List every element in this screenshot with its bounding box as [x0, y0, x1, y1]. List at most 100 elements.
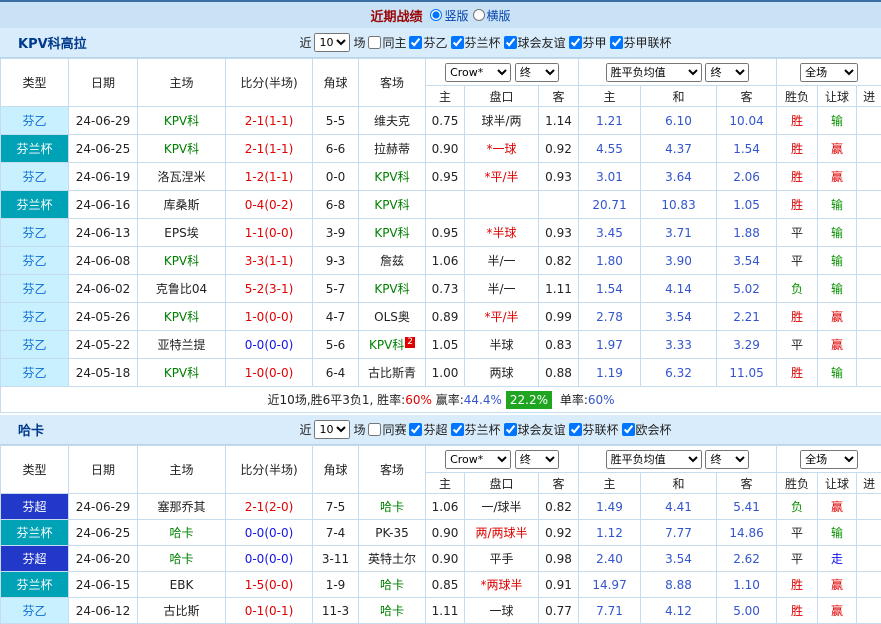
same-venue-checkbox[interactable]: 同主 — [368, 34, 406, 51]
horizontal-layout-radio[interactable]: 横版 — [473, 7, 511, 24]
league-type-cell: 芬乙 — [1, 247, 69, 275]
league-type-cell: 芬兰杯 — [1, 191, 69, 219]
vertical-layout-radio[interactable]: 竖版 — [430, 7, 468, 24]
league-filter-checkbox[interactable]: 芬甲 — [569, 34, 607, 51]
league-filter-checkbox-input[interactable] — [451, 36, 464, 49]
match-row: 芬乙24-06-12古比斯0-1(0-1)11-3哈卡1.11一球0.777.7… — [1, 598, 881, 624]
stats-segment: 赢率: — [432, 393, 464, 407]
home-team: 哈卡 — [138, 520, 226, 546]
handicap-away-odds: 0.82 — [539, 494, 579, 520]
league-filter-checkbox[interactable]: 芬联杯 — [569, 421, 619, 438]
league-filter-checkbox[interactable]: 芬超 — [409, 421, 447, 438]
home-team: KPV科 — [138, 135, 226, 163]
odds-stage-select[interactable]: 终 — [515, 450, 559, 469]
avg-draw-odds: 4.14 — [641, 275, 717, 303]
league-filter-checkbox-input[interactable] — [569, 36, 582, 49]
col-header-handicap-result: 让球 — [818, 473, 857, 494]
result-cell: 胜 — [777, 163, 818, 191]
handicap-away-odds: 0.88 — [539, 359, 579, 387]
match-score: 5-2(3-1) — [226, 275, 313, 303]
result-cell: 平 — [777, 546, 818, 572]
match-count-select[interactable]: 10 — [314, 33, 350, 52]
result-cell: 胜 — [777, 191, 818, 219]
bookmaker-select[interactable]: Crow* — [445, 63, 511, 82]
league-filter-checkbox[interactable]: 球会友谊 — [504, 34, 566, 51]
home-team: 塞那乔其 — [138, 494, 226, 520]
match-score: 1-0(0-0) — [226, 303, 313, 331]
avg-home-odds: 3.01 — [579, 163, 641, 191]
scope-select[interactable]: 全场 — [800, 63, 858, 82]
league-filter-checkbox-input[interactable] — [610, 36, 623, 49]
handicap-result-cell: 输 — [818, 247, 857, 275]
stats-segment: 44.4% — [464, 393, 502, 407]
stats-footer: 近10场,胜6平3负1, 胜率:60% 赢率:44.4%22.2% 单率:60% — [1, 387, 881, 413]
league-filter-checkbox-input[interactable] — [451, 423, 464, 436]
league-filter-checkbox-input[interactable] — [409, 36, 422, 49]
league-filter-checkbox[interactable]: 芬乙 — [409, 34, 447, 51]
away-team: 詹兹 — [359, 247, 426, 275]
goals-cell — [857, 359, 881, 387]
avg-draw-odds: 7.77 — [641, 520, 717, 546]
match-row: 芬乙24-06-08KPV科3-3(1-1)9-3詹兹1.06半/一0.821.… — [1, 247, 881, 275]
league-filter-checkbox[interactable]: 芬甲联杯 — [610, 34, 672, 51]
away-team: 英特土尔 — [359, 546, 426, 572]
vertical-radio-input[interactable] — [430, 9, 442, 21]
scope-select[interactable]: 全场 — [800, 450, 858, 469]
filter-controls: 近 10 场 同主 芬乙芬兰杯球会友谊芬甲芬甲联杯 — [209, 33, 671, 52]
team-section-haka: 哈卡 近 10 场 同赛 芬超芬兰杯球会友谊芬联杯欧会杯 类型 日期 主场 比分… — [0, 415, 881, 624]
handicap-away-odds: 1.14 — [539, 107, 579, 135]
league-filter-checkbox-input[interactable] — [409, 423, 422, 436]
league-filter-checkbox[interactable]: 芬兰杯 — [451, 34, 501, 51]
avg-odds-select[interactable]: 胜平负均值 — [606, 63, 702, 82]
avg-draw-odds: 6.10 — [641, 107, 717, 135]
bookmaker-select[interactable]: Crow* — [445, 450, 511, 469]
col-header-away: 客场 — [359, 446, 426, 494]
odds-stage-select[interactable]: 终 — [515, 63, 559, 82]
away-team: 拉赫蒂 — [359, 135, 426, 163]
match-date: 24-06-15 — [69, 572, 138, 598]
away-team: KPV科 — [359, 219, 426, 247]
avg-stage-select[interactable]: 终 — [705, 450, 749, 469]
result-cell: 平 — [777, 219, 818, 247]
match-row: 芬乙24-06-19洛瓦涅米1-2(1-1)0-0KPV科0.95*平/半0.9… — [1, 163, 881, 191]
league-filter-checkbox-input[interactable] — [622, 423, 635, 436]
handicap-away-odds: 0.91 — [539, 572, 579, 598]
avg-away-odds: 10.04 — [717, 107, 777, 135]
handicap-home-odds: 1.06 — [426, 494, 465, 520]
avg-odds-select[interactable]: 胜平负均值 — [606, 450, 702, 469]
league-filter-checkbox-input[interactable] — [504, 423, 517, 436]
handicap-away-odds: 0.77 — [539, 598, 579, 624]
same-competition-checkbox-input[interactable] — [368, 423, 381, 436]
league-filter-checkbox-input[interactable] — [569, 423, 582, 436]
match-count-select[interactable]: 10 — [314, 420, 350, 439]
handicap-line: 半/一 — [465, 247, 539, 275]
league-filter-checkbox[interactable]: 球会友谊 — [504, 421, 566, 438]
handicap-result-cell: 输 — [818, 275, 857, 303]
match-date: 24-05-22 — [69, 331, 138, 359]
handicap-home-odds: 0.90 — [426, 135, 465, 163]
match-date: 24-06-19 — [69, 163, 138, 191]
match-row: 芬兰杯24-06-16库桑斯0-4(0-2)6-8KPV科20.7110.831… — [1, 191, 881, 219]
col-header-handicap-result: 让球 — [818, 86, 857, 107]
vertical-radio-label: 竖版 — [444, 7, 468, 24]
handicap-away-odds: 0.82 — [539, 247, 579, 275]
col-header-avg-draw: 和 — [641, 473, 717, 494]
handicap-home-odds: 0.75 — [426, 107, 465, 135]
horizontal-radio-input[interactable] — [473, 9, 485, 21]
league-filter-checkbox-input[interactable] — [504, 36, 517, 49]
result-cell: 平 — [777, 331, 818, 359]
league-type-cell: 芬兰杯 — [1, 135, 69, 163]
same-competition-checkbox[interactable]: 同赛 — [368, 421, 406, 438]
corner-score: 6-4 — [313, 359, 359, 387]
match-date: 24-05-18 — [69, 359, 138, 387]
col-header-home: 主场 — [138, 446, 226, 494]
league-filter-checkbox[interactable]: 欧会杯 — [622, 421, 672, 438]
match-row: 芬超24-06-29塞那乔其2-1(2-0)7-5哈卡1.06一/球半0.821… — [1, 494, 881, 520]
avg-away-odds: 11.05 — [717, 359, 777, 387]
match-row: 芬乙24-05-22亚特兰提0-0(0-0)5-6KPV科21.05半球0.83… — [1, 331, 881, 359]
handicap-line: *平/半 — [465, 303, 539, 331]
corner-score: 4-7 — [313, 303, 359, 331]
avg-stage-select[interactable]: 终 — [705, 63, 749, 82]
league-filter-checkbox[interactable]: 芬兰杯 — [451, 421, 501, 438]
same-venue-checkbox-input[interactable] — [368, 36, 381, 49]
